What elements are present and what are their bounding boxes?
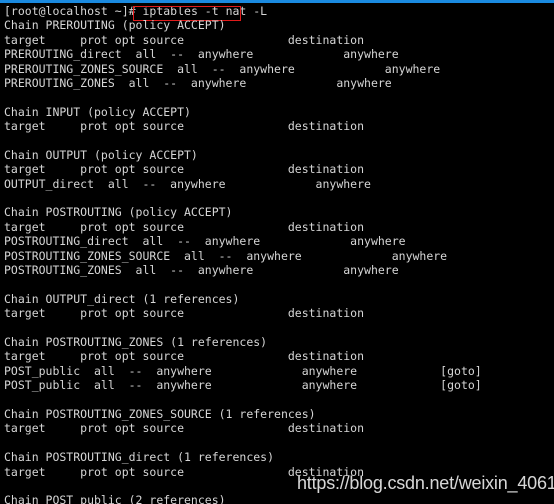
terminal-output-line: target prot opt source destination [4, 349, 365, 364]
watermark-text: https://blog.csdn.net/weixin_40612128 [297, 473, 554, 493]
terminal-output-line: OUTPUT_direct all -- anywhere anywhere [4, 176, 371, 191]
terminal-output-line: POSTROUTING_ZONES_SOURCE all -- anywhere… [4, 248, 448, 263]
terminal-output-line: POSTROUTING_direct all -- anywhere anywh… [4, 234, 406, 249]
terminal-output-line: Chain POSTROUTING_direct (1 references) [4, 450, 275, 465]
command-prompt-line: [root@localhost ~]# iptables -t nat -L [4, 4, 554, 21]
terminal-output-line: Chain OUTPUT (policy ACCEPT) [4, 147, 198, 162]
terminal-output-line: target prot opt source destination [4, 219, 365, 234]
terminal-output-line: Chain POST_public (2 references) [4, 493, 226, 504]
typed-command[interactable]: iptables -t nat -L [142, 4, 267, 18]
terminal-output-line: Chain POSTROUTING_ZONES_SOURCE (1 refere… [4, 406, 316, 421]
terminal-output-line: Chain POSTROUTING_ZONES (1 references) [4, 334, 268, 349]
terminal-output-line: PREROUTING_direct all -- anywhere anywhe… [4, 47, 399, 62]
terminal-output-line: target prot opt source destination [4, 32, 365, 47]
terminal-output-line: target prot opt source destination [4, 162, 365, 177]
terminal-output-area[interactable]: [root@localhost ~]# iptables -t nat -L C… [0, 3, 554, 504]
terminal-output-line: POST_public all -- anywhere anywhere [go… [4, 363, 482, 378]
terminal-output-line: PREROUTING_ZONES_SOURCE all -- anywhere … [4, 61, 441, 76]
terminal-output-line: Chain PREROUTING (policy ACCEPT) [4, 18, 226, 33]
terminal-output-line: target prot opt source destination [4, 306, 365, 321]
terminal-output-line: PREROUTING_ZONES all -- anywhere anywher… [4, 75, 392, 90]
terminal-output-line: target prot opt source destination [4, 421, 365, 436]
terminal-output-line: Chain INPUT (policy ACCEPT) [4, 104, 191, 119]
terminal-output-line: Chain OUTPUT_direct (1 references) [4, 291, 240, 306]
terminal-window: [root@localhost ~]# iptables -t nat -L C… [0, 0, 554, 504]
terminal-output-line: POSTROUTING_ZONES all -- anywhere anywhe… [4, 263, 399, 278]
terminal-output-lines: Chain PREROUTING (policy ACCEPT) target p… [4, 18, 554, 504]
terminal-output-line: Chain POSTROUTING (policy ACCEPT) [4, 205, 233, 220]
terminal-output-line: target prot opt source destination [4, 119, 365, 134]
shell-prompt: [root@localhost ~]# [4, 4, 143, 18]
terminal-output-line: POST_public all -- anywhere anywhere [go… [4, 378, 482, 393]
